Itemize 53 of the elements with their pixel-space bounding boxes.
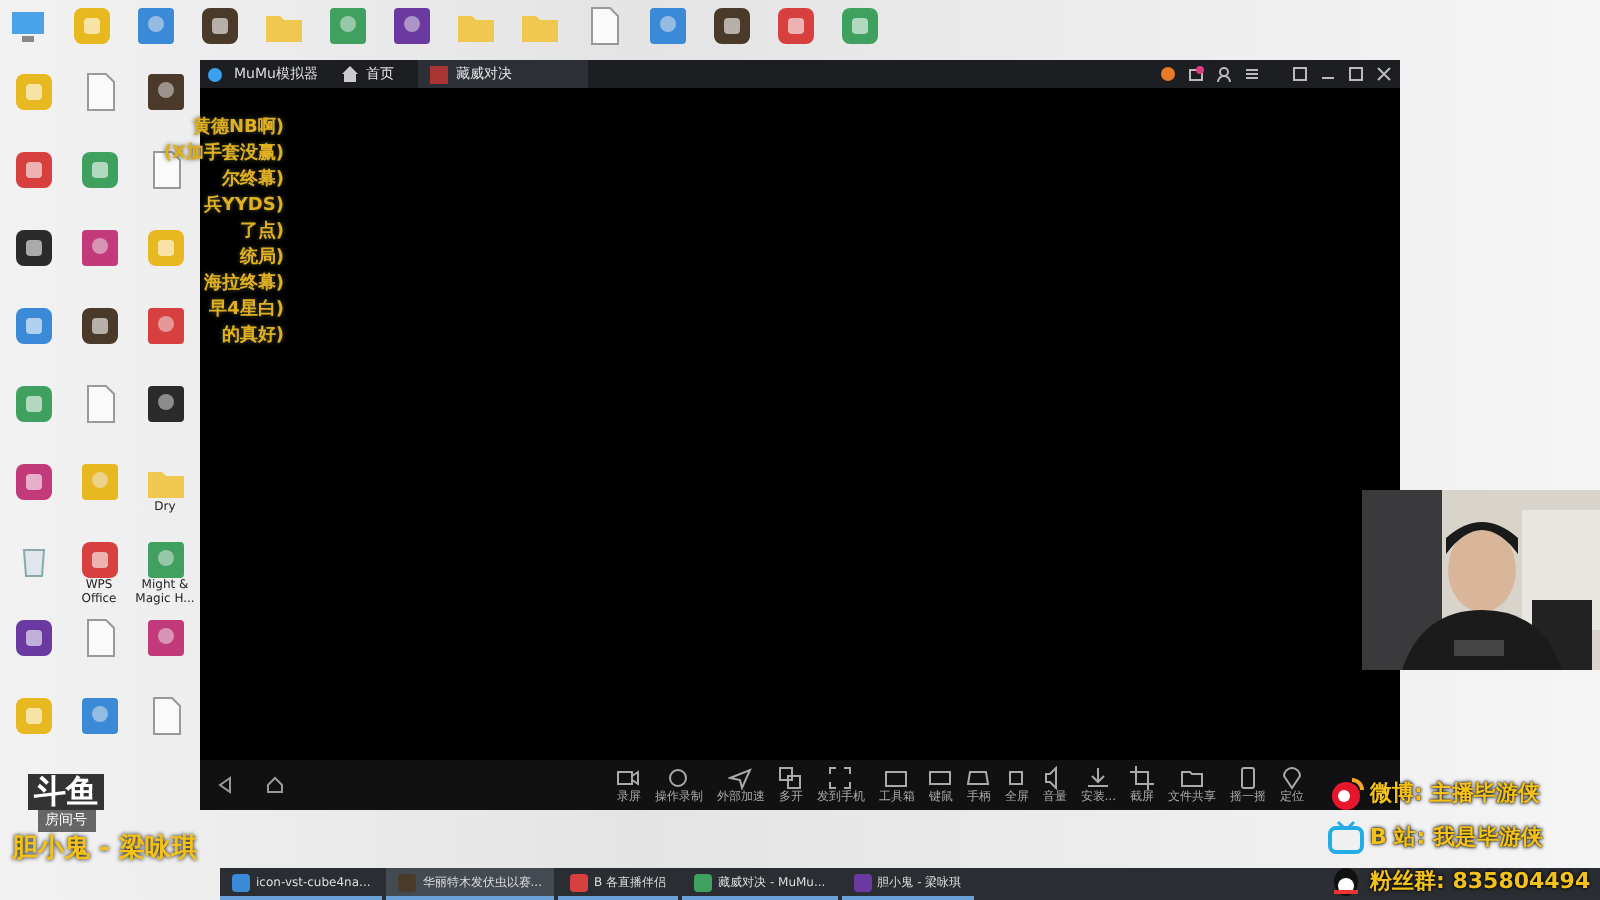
- home-icon[interactable]: [266, 776, 284, 794]
- scan-icon: [828, 766, 853, 790]
- home-icon: [341, 66, 358, 82]
- game-icon[interactable]: [145, 384, 185, 424]
- camera-icon: [616, 766, 641, 790]
- app-logo-icon: [208, 67, 222, 81]
- app-icon: [853, 873, 872, 891]
- app-icon: [570, 873, 588, 891]
- chat-message: 兵YYDS): [203, 198, 284, 216]
- game-icon: [429, 65, 448, 83]
- maximize-icon[interactable]: [1348, 66, 1364, 82]
- social-handle: 粉丝群: 835804494: [1370, 865, 1591, 898]
- chat-message: 统局): [239, 250, 284, 268]
- social-handle: B 站: 我是毕游侠: [1370, 821, 1543, 854]
- popout-icon[interactable]: [1292, 66, 1308, 82]
- chat-message: 了点): [239, 224, 284, 242]
- app-icon[interactable]: [13, 228, 53, 268]
- download-icon: [1086, 766, 1111, 790]
- weibo-icon: [1328, 776, 1364, 812]
- plane-icon: [728, 766, 753, 790]
- chat-message: 尔终幕): [221, 172, 284, 190]
- phone-icon: [1236, 766, 1260, 790]
- crop-icon: [1130, 766, 1154, 790]
- chat-message: 早4星白): [209, 302, 284, 320]
- copy-icon: [778, 766, 803, 790]
- computer-icon[interactable]: [8, 6, 48, 46]
- toolbox-icon: [884, 766, 909, 790]
- game-icon[interactable]: [392, 6, 432, 46]
- fullscreen-icon: [1004, 766, 1029, 790]
- record-icon: [666, 766, 691, 790]
- tv-icon: [1328, 820, 1364, 856]
- coin-icon[interactable]: [1160, 66, 1176, 82]
- app-icon[interactable]: [712, 6, 752, 46]
- location-icon: [1280, 766, 1304, 790]
- chat-message: 海拉终幕): [203, 276, 284, 294]
- chat-message: 的真好): [221, 328, 284, 346]
- app-icon[interactable]: [13, 618, 53, 658]
- message-icon[interactable]: [1188, 66, 1204, 82]
- user-icon[interactable]: [1216, 66, 1232, 82]
- folder-icon: [1180, 766, 1204, 790]
- back-icon[interactable]: [216, 776, 234, 794]
- close-icon[interactable]: [1376, 66, 1392, 82]
- app-icon: [232, 873, 250, 891]
- gamepad-icon: [966, 766, 991, 790]
- keyboard-icon: [928, 766, 953, 790]
- game-icon[interactable]: [145, 72, 185, 112]
- song-title: 胆小鬼 - 梁咏琪: [12, 831, 197, 868]
- app-icon: [398, 873, 417, 891]
- app-icon[interactable]: [79, 306, 119, 346]
- app-icon: [694, 873, 713, 891]
- stream-logo: 斗鱼: [28, 774, 104, 810]
- app-icon[interactable]: [200, 6, 240, 46]
- menu-icon[interactable]: [1244, 66, 1260, 82]
